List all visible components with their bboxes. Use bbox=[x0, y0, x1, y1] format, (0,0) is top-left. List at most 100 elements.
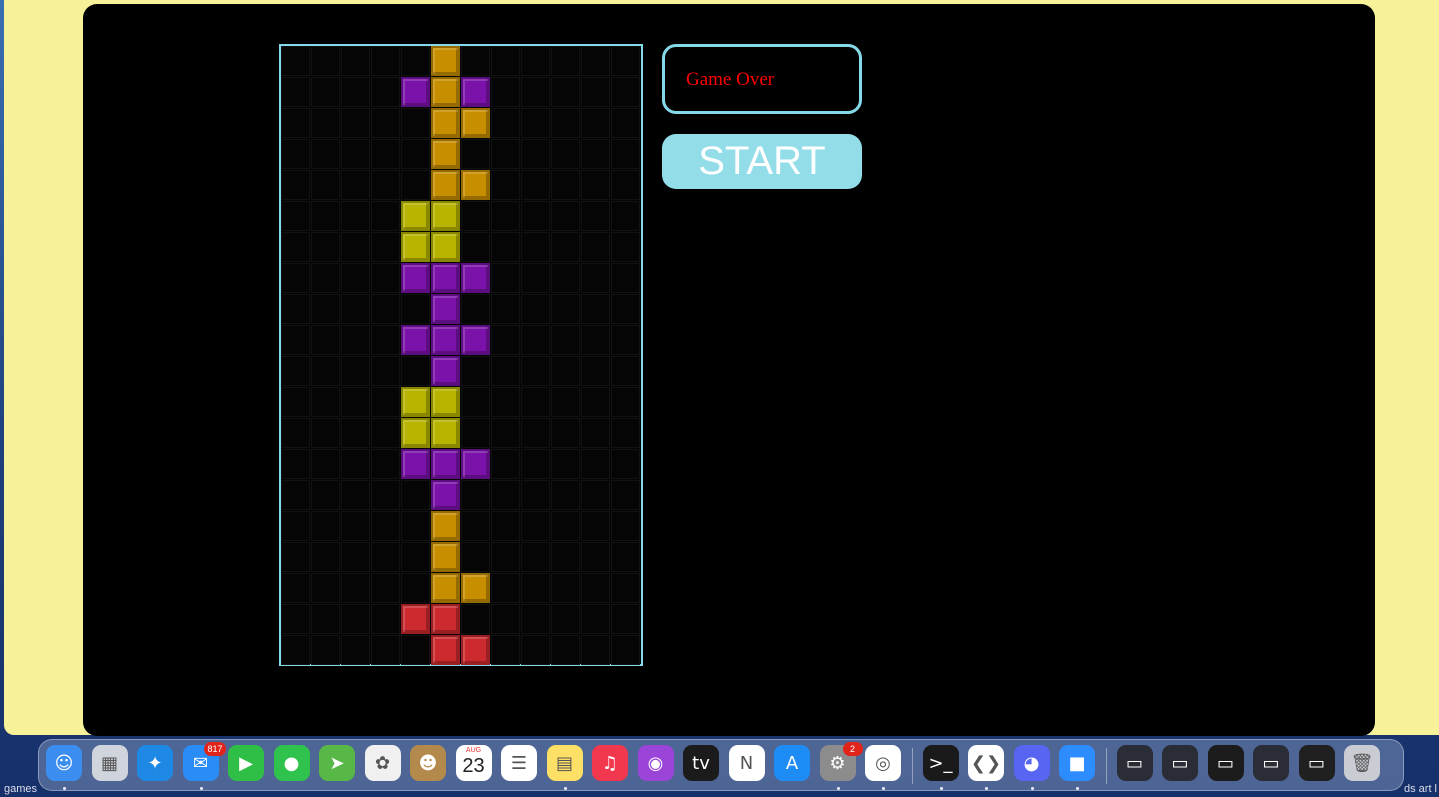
vscode-icon-glyph: ❮❯ bbox=[970, 752, 1002, 774]
maps-icon[interactable]: ➤ bbox=[319, 745, 355, 781]
window-thumb-2-icon[interactable]: ▭ bbox=[1162, 745, 1198, 781]
board-cell bbox=[371, 387, 400, 417]
system-settings-icon[interactable]: ⚙ 2 bbox=[819, 742, 863, 781]
board-cell bbox=[611, 604, 640, 634]
running-indicator bbox=[563, 787, 567, 790]
board-cell bbox=[551, 325, 580, 355]
board-cell bbox=[311, 46, 340, 76]
board-cell bbox=[521, 108, 550, 138]
mail-icon[interactable]: ✉ 817 bbox=[182, 742, 226, 781]
board-cell bbox=[551, 387, 580, 417]
tetromino-block-yellow bbox=[431, 418, 460, 448]
window-thumb-4-icon-glyph: ▭ bbox=[1262, 752, 1280, 774]
safari-icon[interactable]: ✦ bbox=[137, 745, 173, 781]
board-cell bbox=[581, 387, 610, 417]
tetromino-block-purple bbox=[431, 263, 460, 293]
calendar-icon[interactable]: AUG 23 bbox=[455, 745, 492, 781]
tetromino-block-red bbox=[401, 604, 430, 634]
board-cell bbox=[521, 139, 550, 169]
board-cell bbox=[341, 263, 370, 293]
news-icon[interactable]: N bbox=[728, 745, 765, 781]
apple-tv-icon[interactable]: tv bbox=[683, 745, 719, 781]
window-thumb-1-icon[interactable]: ▭ bbox=[1116, 745, 1153, 781]
window-thumb-3-icon[interactable]: ▭ bbox=[1207, 745, 1244, 781]
board-cell bbox=[521, 387, 550, 417]
board-cell bbox=[611, 635, 640, 665]
board-cell bbox=[491, 294, 520, 324]
board-cell bbox=[611, 418, 640, 448]
board-cell bbox=[371, 77, 400, 107]
photos-icon[interactable]: ✿ bbox=[364, 745, 401, 781]
notes-icon-glyph: ▤ bbox=[555, 752, 573, 774]
trash-icon[interactable]: 🗑 bbox=[1344, 745, 1380, 781]
board-cell bbox=[371, 449, 400, 479]
app-store-icon[interactable]: A bbox=[774, 745, 810, 781]
window-thumb-4-icon[interactable]: ▭ bbox=[1253, 745, 1289, 781]
board-cell bbox=[281, 449, 310, 479]
board-cell bbox=[311, 325, 340, 355]
board-cell bbox=[521, 201, 550, 231]
board-cell bbox=[341, 511, 370, 541]
terminal-icon[interactable]: >_ bbox=[922, 745, 959, 781]
safari-icon-glyph: ✦ bbox=[147, 752, 163, 774]
zoom-icon[interactable]: ■ bbox=[1059, 745, 1095, 781]
vscode-icon[interactable]: ❮❯ bbox=[968, 745, 1004, 781]
board-cell bbox=[281, 77, 310, 107]
board-cell bbox=[311, 77, 340, 107]
calendar-day: 23 bbox=[462, 755, 485, 777]
mail-icon-glyph: ✉ bbox=[192, 752, 209, 774]
facetime-icon[interactable]: ▶ bbox=[228, 745, 264, 781]
board-cell bbox=[521, 511, 550, 541]
board-cell bbox=[491, 604, 520, 634]
board-cell bbox=[341, 77, 370, 107]
discord-icon[interactable]: ◕ bbox=[1013, 745, 1050, 781]
board-cell bbox=[401, 356, 430, 386]
board-cell bbox=[551, 170, 580, 200]
window-thumb-5-icon[interactable]: ▭ bbox=[1298, 745, 1335, 781]
window-thumb-3-icon-glyph: ▭ bbox=[1216, 752, 1234, 774]
tetromino-block-orange bbox=[431, 139, 460, 169]
tetromino-block-yellow bbox=[401, 387, 430, 417]
tetromino-block-purple bbox=[431, 294, 460, 324]
board-cell bbox=[371, 418, 400, 448]
board-cell bbox=[551, 635, 580, 665]
dock-separator bbox=[911, 748, 913, 784]
board-cell bbox=[461, 604, 490, 634]
finder-icon[interactable]: ☺ bbox=[46, 745, 82, 781]
board-cell bbox=[371, 263, 400, 293]
podcasts-icon[interactable]: ◉ bbox=[637, 745, 674, 781]
launchpad-icon[interactable]: ▦ bbox=[91, 745, 128, 781]
board-cell bbox=[281, 356, 310, 386]
board-cell bbox=[581, 108, 610, 138]
window-thumb-5-icon-glyph: ▭ bbox=[1307, 752, 1325, 774]
tetromino-block-orange bbox=[431, 170, 460, 200]
board-cell bbox=[311, 511, 340, 541]
board-cell bbox=[611, 263, 640, 293]
board-cell bbox=[581, 77, 610, 107]
chrome-icon[interactable]: ◎ bbox=[865, 745, 901, 781]
contacts-icon[interactable]: ☻ bbox=[410, 745, 446, 781]
board-cell bbox=[611, 449, 640, 479]
board-cell bbox=[371, 480, 400, 510]
game-status-text: Game Over bbox=[686, 69, 775, 90]
board-cell bbox=[611, 232, 640, 262]
tetromino-block-yellow bbox=[431, 201, 460, 231]
messages-icon[interactable]: ● bbox=[273, 745, 310, 781]
board-cell bbox=[401, 139, 430, 169]
tetromino-block-red bbox=[461, 635, 490, 665]
zoom-icon-glyph: ■ bbox=[1068, 752, 1086, 774]
finder-icon-glyph: ☺ bbox=[54, 752, 74, 774]
tetromino-block-purple bbox=[401, 77, 430, 107]
board-cell bbox=[611, 294, 640, 324]
news-icon-glyph: N bbox=[739, 752, 754, 774]
board-cell bbox=[581, 418, 610, 448]
reminders-icon[interactable]: ☰ bbox=[501, 745, 537, 781]
board-cell bbox=[611, 108, 640, 138]
notes-icon[interactable]: ▤ bbox=[546, 745, 583, 781]
board-cell bbox=[461, 542, 490, 572]
music-icon[interactable]: ♫ bbox=[592, 745, 628, 781]
tetromino-block-yellow bbox=[401, 201, 430, 231]
board-cell bbox=[521, 77, 550, 107]
tetromino-block-purple bbox=[401, 449, 430, 479]
start-button[interactable]: START bbox=[662, 134, 862, 189]
